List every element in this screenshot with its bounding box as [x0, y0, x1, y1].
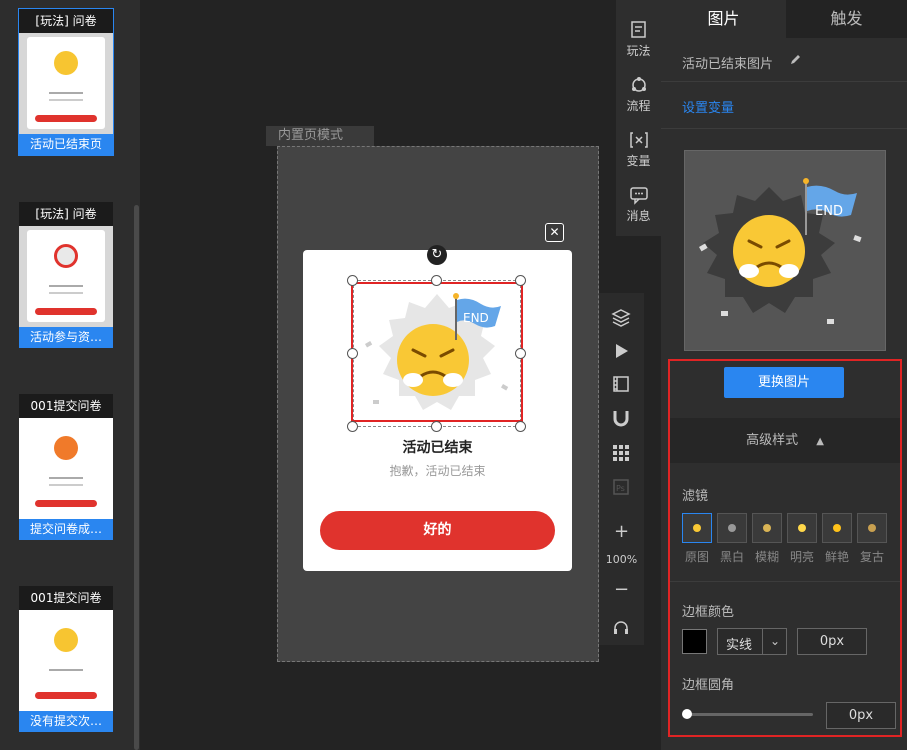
page-thumb-4[interactable]: 001提交问卷 没有提交次… [19, 586, 113, 732]
page-thumb-label: 活动参与资… [19, 327, 113, 348]
page-thumb-title: [玩法] 问卷 [19, 202, 113, 226]
popup-subtitle: 抱歉，活动已结束 [389, 464, 486, 478]
message-icon [629, 187, 648, 205]
zoom-out-button[interactable]: − [599, 579, 644, 600]
toolbar-rule[interactable]: 玩法 [616, 20, 661, 59]
border-style-select[interactable]: 实线 ⌄ [717, 628, 787, 655]
toolbar-message[interactable]: 消息 [616, 185, 661, 224]
page-thumb-3[interactable]: 001提交问卷 提交问卷成… [19, 394, 113, 540]
page-thumb-title: 001提交问卷 [19, 586, 113, 610]
page-thumb-label: 提交问卷成… [19, 519, 113, 540]
filter-vintage[interactable] [857, 513, 887, 543]
filter-bright[interactable] [787, 513, 817, 543]
element-name: 活动已结束图片 [682, 57, 774, 72]
chevron-down-icon: ⌄ [762, 629, 787, 654]
pencil-icon[interactable] [789, 54, 801, 66]
set-variable-link[interactable]: 设置变量 [682, 97, 734, 116]
tab-image[interactable]: 图片 [661, 0, 786, 38]
canvas-mode-tab[interactable]: 内置页模式 [266, 126, 374, 146]
page-thumb-title: 001提交问卷 [19, 394, 113, 418]
toolbar-variable[interactable]: 变量 [616, 130, 661, 169]
tab-trigger[interactable]: 触发 [786, 0, 907, 38]
thumb-emoji-icon [54, 51, 78, 75]
zoom-level: 100% [605, 553, 638, 566]
film-icon[interactable] [611, 374, 631, 394]
resize-handle-e[interactable] [515, 348, 526, 359]
page-thumb-1[interactable]: [玩法] 问卷 活动已结束页 [18, 8, 114, 156]
end-flag-text: END [815, 204, 843, 219]
headset-icon[interactable] [611, 618, 631, 638]
toolbar-flow[interactable]: 流程 [616, 75, 661, 114]
advanced-style-toggle[interactable]: 高级样式 ▲ [670, 418, 900, 463]
filter-label: 滤镜 [682, 489, 709, 504]
pages-panel: [玩法] 问卷 活动已结束页 [玩法] 问卷 活动参与资… 001提交问卷 提交… [0, 0, 140, 750]
page-thumb-label: 没有提交次… [19, 711, 113, 732]
border-color-label: 边框颜色 [682, 605, 735, 620]
border-radius-slider-handle[interactable] [682, 709, 692, 719]
resize-handle-ne[interactable] [515, 275, 526, 286]
ok-button[interactable]: 好的 [320, 511, 555, 550]
zoom-in-button[interactable]: + [599, 521, 644, 542]
play-icon[interactable] [611, 341, 631, 361]
border-radius-label: 边框圆角 [682, 678, 735, 693]
thumb-emoji-icon [54, 436, 78, 460]
resize-handle-w[interactable] [347, 348, 358, 359]
svg-text:Ps: Ps [616, 484, 625, 493]
caret-up-icon: ▲ [816, 436, 824, 447]
play-rule-icon [630, 21, 646, 38]
selection-highlight [351, 282, 523, 422]
border-color-swatch[interactable] [682, 629, 707, 654]
filter-original[interactable] [682, 513, 712, 543]
resize-handle-sw[interactable] [347, 421, 358, 432]
border-radius-input[interactable]: 0px [826, 702, 896, 729]
border-width-input[interactable]: 0px [797, 628, 867, 655]
canvas-toolbar: Ps + 100% − [599, 293, 644, 645]
rotate-handle-icon[interactable]: ↻ [427, 245, 447, 265]
function-toolbar: 玩法 流程 变量 消息 [616, 0, 661, 236]
editor-root: [玩法] 问卷 活动已结束页 [玩法] 问卷 活动参与资… 001提交问卷 提交… [0, 0, 907, 750]
resize-handle-s[interactable] [431, 421, 442, 432]
page-thumb-label: 活动已结束页 [19, 134, 113, 155]
flow-icon [631, 77, 646, 92]
thumb-emoji-icon [54, 628, 78, 652]
filter-blur[interactable] [752, 513, 782, 543]
layers-icon[interactable] [611, 308, 631, 328]
resize-handle-se[interactable] [515, 421, 526, 432]
variable-icon [629, 132, 648, 148]
thumb-emoji-icon [54, 244, 78, 268]
preview-emoji-image: END [699, 178, 862, 324]
resize-handle-nw[interactable] [347, 275, 358, 286]
photoshop-icon[interactable]: Ps [611, 477, 631, 497]
image-preview: END [684, 150, 886, 351]
close-icon[interactable]: ✕ [545, 223, 564, 242]
resize-handle-n[interactable] [431, 275, 442, 286]
filter-grayscale[interactable] [717, 513, 747, 543]
popup-title: 活动已结束 [402, 440, 473, 456]
pages-scrollbar[interactable] [134, 205, 139, 750]
grid-icon[interactable] [611, 443, 631, 463]
replace-image-button[interactable]: 更换图片 [724, 367, 844, 398]
magnet-icon[interactable] [611, 408, 631, 428]
page-thumb-title: [玩法] 问卷 [19, 9, 113, 33]
filter-vivid[interactable] [822, 513, 852, 543]
border-radius-slider[interactable] [686, 713, 813, 716]
page-thumb-2[interactable]: [玩法] 问卷 活动参与资… [19, 202, 113, 348]
